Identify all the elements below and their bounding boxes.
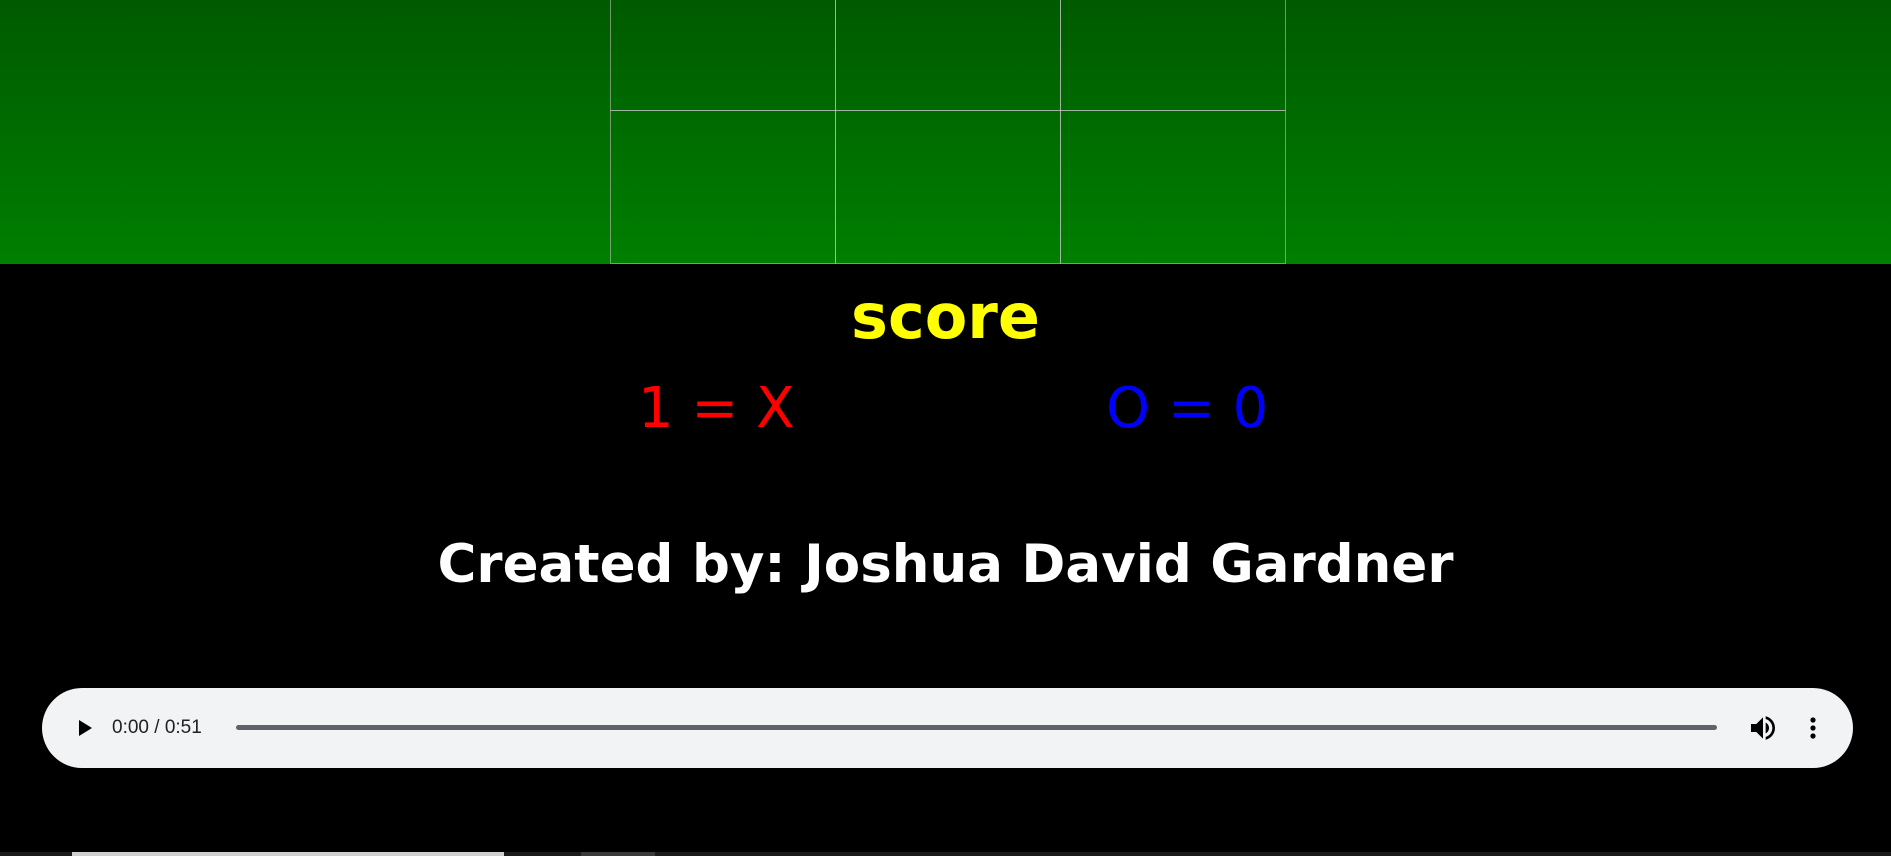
audio-player: 0:00 / 0:51 [42, 688, 1853, 768]
score-player-x: 1 = X [638, 376, 795, 441]
bottom-tab-indicator [72, 852, 504, 856]
board-cell-7[interactable] [609, 109, 836, 264]
bottom-tab-indicator-secondary [581, 852, 655, 856]
play-icon[interactable] [70, 714, 98, 742]
board-cell-6[interactable] [1060, 0, 1287, 111]
score-player-o: O = 0 [1106, 376, 1269, 441]
credits-text: Created by: Joshua David Gardner [437, 534, 1454, 595]
tic-tac-toe-board [609, 0, 1287, 264]
more-vertical-icon[interactable] [1797, 712, 1829, 744]
board-cell-5[interactable] [834, 0, 1062, 111]
audio-time: 0:00 / 0:51 [112, 717, 202, 738]
audio-progress-bar[interactable] [236, 725, 1717, 730]
score-title: score [851, 280, 1040, 353]
board-cell-4[interactable] [609, 0, 836, 111]
volume-icon[interactable] [1747, 712, 1779, 744]
board-cell-9[interactable] [1060, 109, 1287, 264]
game-area [0, 0, 1891, 264]
board-cell-8[interactable] [834, 109, 1062, 264]
